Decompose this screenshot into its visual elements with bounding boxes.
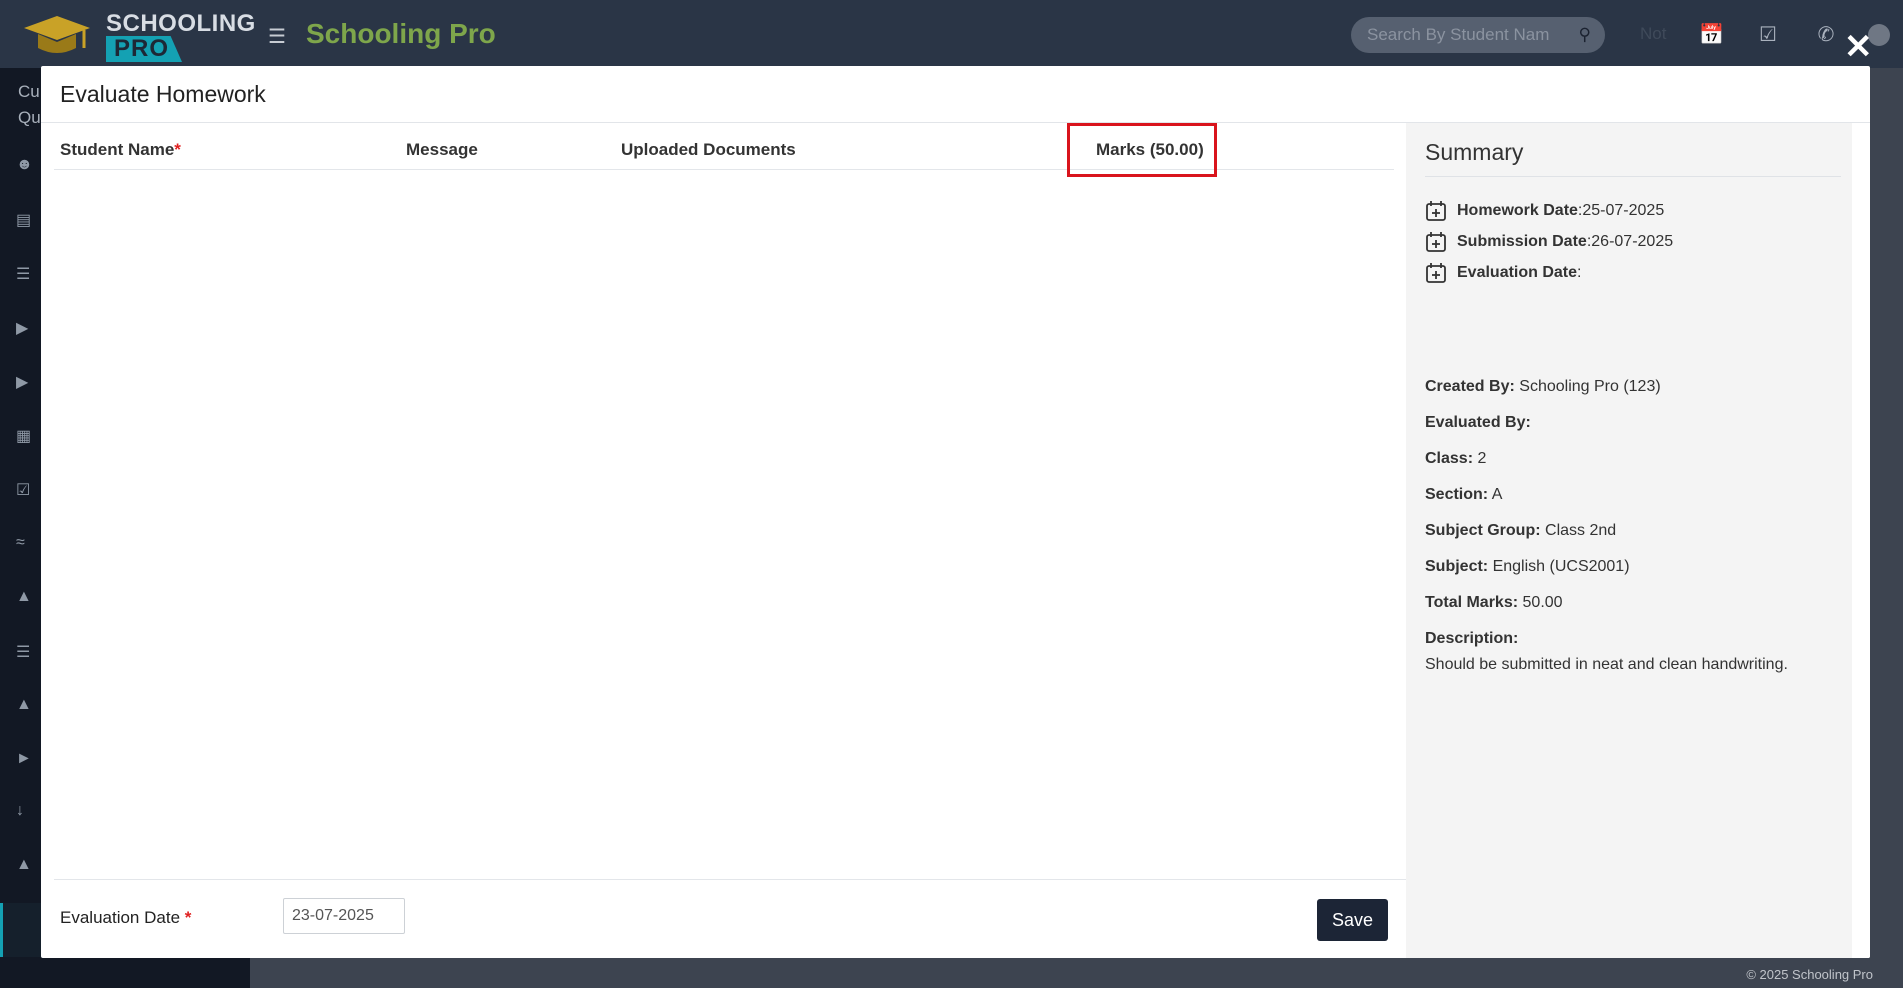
app-logo[interactable]: SCHOOLING PRO	[18, 8, 255, 63]
calendar-plus-icon	[1426, 231, 1446, 252]
section-label: Section:	[1425, 486, 1489, 503]
evaluated-by-label: Evaluated By:	[1425, 414, 1531, 431]
video-icon[interactable]: ▶	[16, 318, 36, 338]
signpost-icon[interactable]: ☰	[16, 264, 36, 284]
search-icon[interactable]: ⚲	[1579, 17, 1591, 53]
user-add-icon[interactable]: ☻	[16, 156, 36, 176]
footer-divider	[54, 879, 1406, 880]
calendar-icon[interactable]: 📅	[1699, 22, 1724, 46]
description-label-row: Description:	[1425, 630, 1518, 648]
description-value: Should be submitted in neat and clean ha…	[1425, 656, 1788, 673]
subject-group-row: Subject Group: Class 2nd	[1425, 522, 1616, 540]
sidebar-text-2: Qu	[18, 108, 41, 127]
marks-highlight-box	[1067, 123, 1217, 177]
flask-icon: ▲	[16, 856, 32, 873]
total-marks-value: 50.00	[1522, 594, 1563, 611]
rss-icon[interactable]: ≈	[16, 534, 36, 554]
evaluation-date-label-text: Evaluation Date	[60, 908, 181, 927]
search-placeholder: Search By Student Nam	[1367, 25, 1550, 44]
submission-date-row: Submission Date:26-07-2025	[1425, 230, 1673, 254]
submission-date-label: Submission Date	[1457, 233, 1587, 250]
calendar-plus-icon	[1426, 200, 1446, 221]
whatsapp-icon[interactable]: ✆	[1814, 22, 1838, 46]
document-icon[interactable]: ▤	[16, 210, 36, 230]
calendar-check-icon[interactable]: ☑	[16, 480, 36, 500]
class-value: 2	[1477, 450, 1487, 467]
submission-date-value: 26-07-2025	[1591, 233, 1674, 250]
summary-panel: Summary Homework Date:25-07-2025 Submiss…	[1406, 123, 1852, 958]
modal-title: Evaluate Homework	[60, 81, 266, 107]
notification-text[interactable]: Not	[1640, 24, 1666, 44]
megaphone-icon[interactable]: ►	[16, 750, 36, 770]
top-navbar: SCHOOLING PRO ☰ Schooling Pro Search By …	[0, 0, 1903, 68]
evaluate-homework-modal: Evaluate Homework Student Name* Message …	[41, 66, 1870, 958]
total-marks-row: Total Marks: 50.00	[1425, 594, 1563, 612]
column-message: Message	[406, 140, 478, 159]
evaluated-by-row: Evaluated By:	[1425, 414, 1531, 432]
student-search-input[interactable]: Search By Student Nam ⚲	[1351, 17, 1605, 53]
graduation-cap-icon	[24, 16, 90, 53]
modal-header: Evaluate Homework	[41, 66, 1870, 123]
download-icon[interactable]: ↓	[16, 802, 36, 822]
class-row: Class: 2	[1425, 450, 1486, 468]
subject-group-label: Subject Group:	[1425, 522, 1541, 539]
summary-scrollbar[interactable]	[1852, 123, 1870, 958]
brand-title: Schooling Pro	[306, 18, 496, 49]
required-mark: *	[184, 908, 192, 927]
graduation-icon[interactable]: ▲	[16, 588, 36, 608]
summary-divider	[1425, 176, 1841, 177]
logo-text-line2: PRO	[106, 36, 182, 62]
sidebar-text-1: Cu	[18, 82, 40, 101]
evaluation-date-label: Evaluation Date *	[60, 908, 191, 928]
map-icon[interactable]: ▦	[16, 426, 36, 446]
created-by-value: Schooling Pro (123)	[1519, 378, 1661, 395]
created-by-row: Created By: Schooling Pro (123)	[1425, 378, 1661, 396]
close-icon[interactable]: ✕	[1844, 30, 1873, 64]
list-icon[interactable]: ☰	[16, 642, 36, 662]
subject-label: Subject:	[1425, 558, 1489, 575]
total-marks-label: Total Marks:	[1425, 594, 1519, 611]
save-button[interactable]: Save	[1317, 899, 1388, 941]
task-check-icon[interactable]: ☑	[1756, 22, 1780, 46]
sitemap-icon[interactable]: ▲	[16, 696, 36, 716]
description-label: Description:	[1425, 630, 1519, 647]
calendar-plus-icon	[1426, 262, 1446, 283]
summary-title: Summary	[1425, 139, 1524, 165]
menu-icon[interactable]: ☰	[268, 24, 286, 49]
logo-text-line1: SCHOOLING	[106, 10, 256, 37]
column-student-name: Student Name*	[60, 140, 181, 160]
section-row: Section: A	[1425, 486, 1502, 504]
subject-group-value: Class 2nd	[1545, 522, 1617, 539]
evaluation-date-summary-label: Evaluation Date	[1457, 264, 1578, 281]
section-value: A	[1491, 486, 1503, 503]
footer-copyright: © 2025 Schooling Pro	[1746, 967, 1873, 982]
homework-date-value: 25-07-2025	[1582, 202, 1665, 219]
class-label: Class:	[1425, 450, 1474, 467]
created-by-label: Created By:	[1425, 378, 1515, 395]
required-mark: *	[174, 140, 181, 159]
colon: :	[1577, 264, 1582, 281]
homework-date-label: Homework Date	[1457, 202, 1578, 219]
column-student-name-label: Student Name	[60, 140, 175, 159]
subject-value: English (UCS2001)	[1492, 558, 1630, 575]
evaluation-date-row: Evaluation Date:	[1425, 261, 1581, 285]
homework-date-row: Homework Date:25-07-2025	[1425, 199, 1664, 223]
evaluation-date-input[interactable]	[283, 898, 405, 934]
evaluation-pane: Student Name* Message Uploaded Documents…	[41, 123, 1406, 958]
subject-row: Subject: English (UCS2001)	[1425, 558, 1630, 576]
column-uploaded-documents: Uploaded Documents	[621, 140, 796, 159]
video-icon-2[interactable]: ▶	[16, 372, 36, 392]
